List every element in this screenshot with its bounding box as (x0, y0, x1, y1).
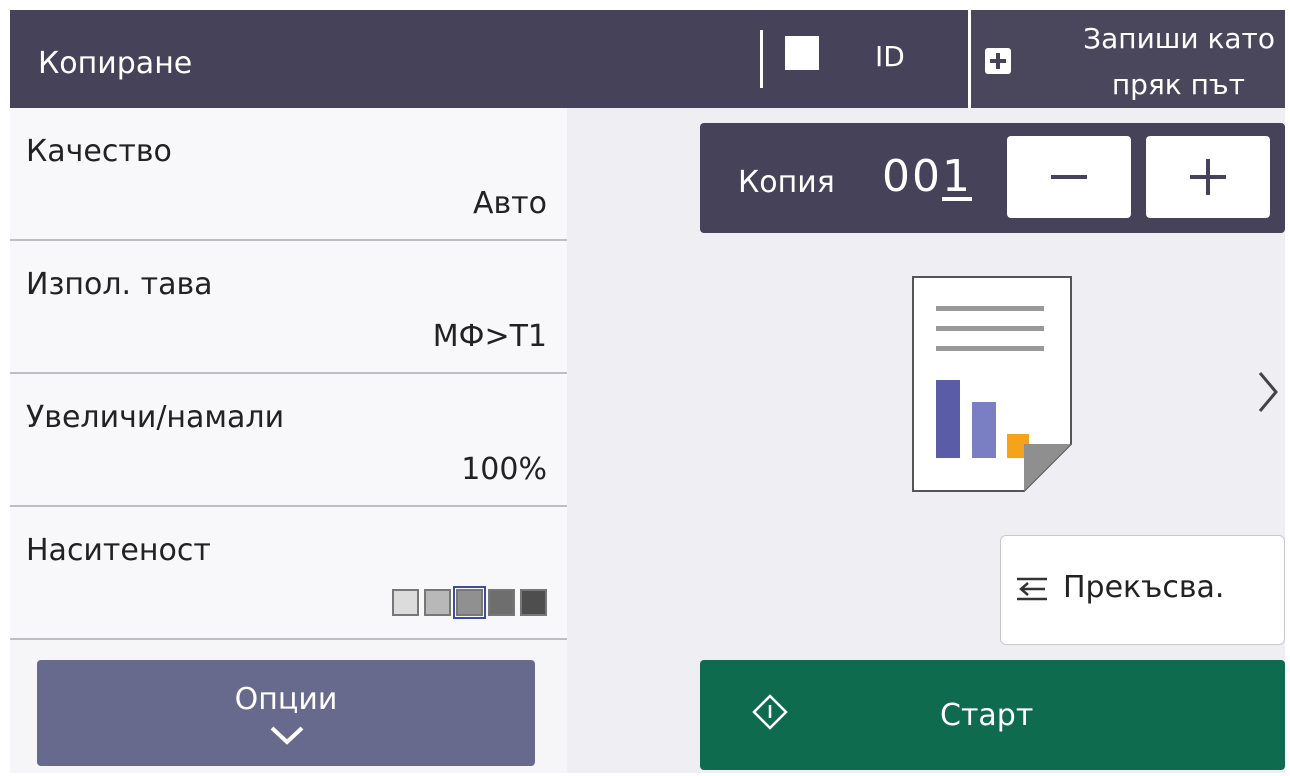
copies-count[interactable]: 001 (882, 151, 972, 202)
density-level-4 (488, 589, 515, 616)
document-preview-icon (912, 276, 1072, 492)
setting-row-tray[interactable]: Изпол. тава МФ>T1 (10, 241, 567, 374)
setting-label: Увеличи/намали (26, 400, 285, 435)
copies-label: Копия (738, 165, 835, 200)
density-level-5 (520, 589, 547, 616)
setting-label: Качество (26, 134, 172, 169)
page-title: Копиране (38, 46, 193, 81)
id-label: ID (875, 40, 905, 73)
start-button[interactable]: Старт (700, 660, 1285, 770)
plus-box-icon (985, 48, 1011, 74)
save-shortcut-label-line1: Запиши като (1083, 22, 1275, 55)
options-button[interactable]: Опции (37, 660, 535, 766)
id-checkbox[interactable] (785, 36, 819, 70)
chevron-right-icon[interactable] (1257, 370, 1279, 414)
density-level-2 (424, 589, 451, 616)
copies-count-prefix: 00 (882, 151, 942, 202)
pause-label: Прекъсва. (1063, 570, 1225, 605)
density-level-3-selected (453, 586, 486, 619)
id-copy-toggle[interactable]: ID (760, 30, 973, 88)
chevron-down-icon (270, 726, 304, 745)
setting-value: МФ>T1 (432, 319, 547, 354)
decrease-copies-button[interactable] (1007, 136, 1131, 218)
settings-list: Качество Авто Изпол. тава МФ>T1 Увеличи/… (10, 108, 567, 773)
options-label: Опции (234, 682, 338, 717)
start-label: Старт (940, 698, 1034, 733)
setting-row-density[interactable]: Наситеност (10, 507, 567, 640)
increase-copies-button[interactable] (1146, 136, 1270, 218)
copy-screen: Копиране ID Запиши като пряк път Качеств… (10, 10, 1285, 773)
setting-label: Изпол. тава (26, 267, 213, 302)
pause-button[interactable]: Прекъсва. (1000, 535, 1285, 645)
main-panel: Копия 001 Прекъсва. Старт (567, 108, 1285, 773)
start-diamond-icon (752, 694, 788, 730)
density-indicator (392, 586, 547, 619)
density-level-1 (392, 589, 419, 616)
setting-row-quality[interactable]: Качество Авто (10, 108, 567, 241)
pause-icon (1017, 577, 1047, 601)
save-shortcut-label-line2: пряк път (1111, 68, 1245, 101)
setting-label: Наситеност (26, 533, 211, 568)
header-bar: Копиране ID Запиши като пряк път (10, 10, 1285, 108)
copies-panel: Копия 001 (700, 123, 1285, 233)
setting-value: Авто (472, 186, 547, 221)
save-shortcut-button[interactable]: Запиши като пряк път (968, 10, 1285, 108)
setting-row-enlarge-reduce[interactable]: Увеличи/намали 100% (10, 374, 567, 507)
setting-value: 100% (461, 452, 547, 487)
copies-count-cursor-digit: 1 (942, 151, 972, 202)
